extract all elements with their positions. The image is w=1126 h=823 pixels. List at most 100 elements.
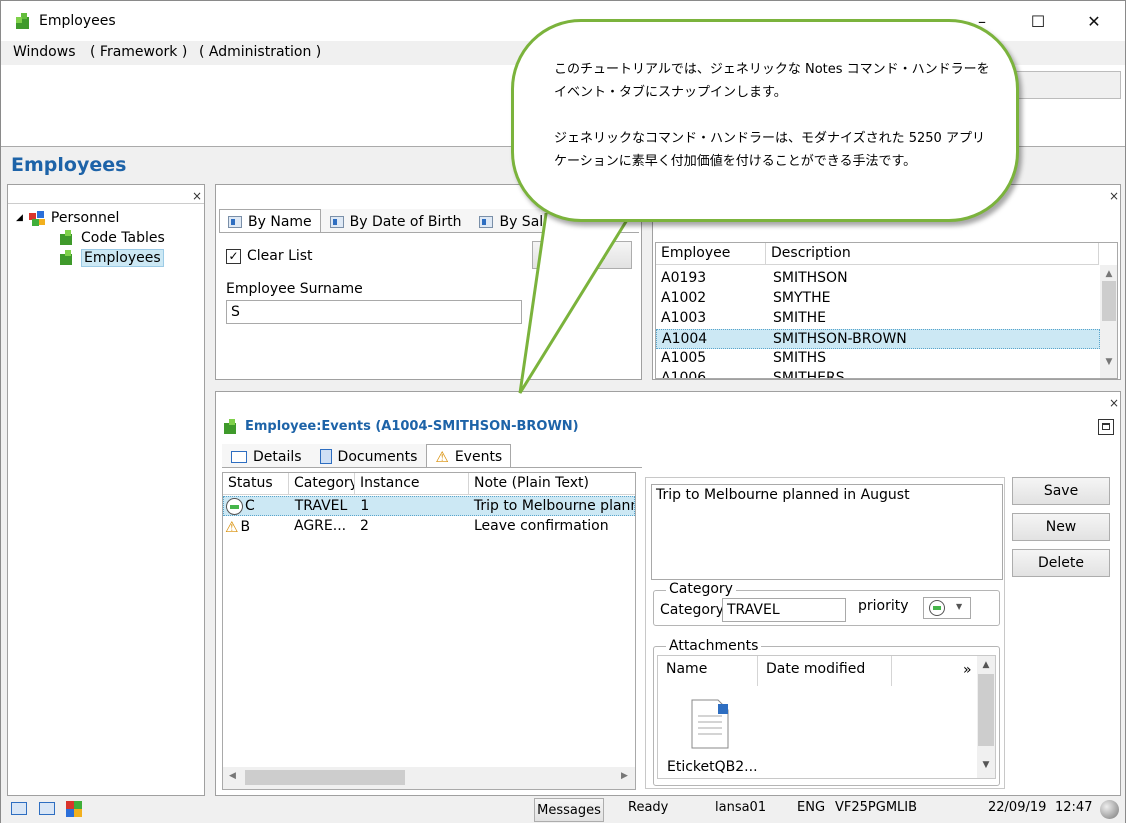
cell: SMITHS — [773, 350, 827, 366]
tab-documents[interactable]: Documents — [310, 444, 427, 468]
cell: A1006 — [661, 370, 707, 379]
calendar-icon[interactable] — [39, 802, 55, 815]
close-button[interactable]: ✕ — [1071, 1, 1117, 41]
surname-input[interactable]: S — [226, 300, 522, 324]
clear-list-checkbox[interactable]: ✓ Clear List — [226, 248, 313, 264]
tree-item-employees[interactable]: Employees — [58, 249, 164, 267]
tab-by-date-of-birth[interactable]: By Date of Birth — [320, 209, 471, 233]
tree-label-personnel: Personnel — [50, 210, 120, 226]
tree-label-code-tables: Code Tables — [81, 230, 165, 246]
cell: SMITHE — [773, 310, 827, 326]
scroll-up-icon[interactable]: ▲ — [977, 660, 995, 670]
scroll-left-icon[interactable]: ◀ — [229, 771, 236, 781]
col-date-modified[interactable]: Date modified — [766, 661, 865, 677]
tab-by-name[interactable]: By Name — [219, 209, 321, 233]
tab-details[interactable]: Details — [222, 444, 311, 468]
category-input[interactable]: TRAVEL — [722, 598, 846, 622]
callout-paragraph-1: このチュートリアルでは、ジェネリックな Notes コマンド・ハンドラーをイベン… — [554, 62, 990, 100]
table-row[interactable]: A1006 SMITHERS — [656, 369, 1100, 379]
status-date: 22/09/19 — [988, 800, 1047, 815]
employee-grid: Employee Description A0193 SMITHSON A1002… — [655, 242, 1118, 379]
new-button[interactable]: New — [1012, 513, 1110, 541]
colorful-app-icon[interactable] — [66, 801, 82, 817]
cell: A1002 — [661, 290, 707, 306]
table-row[interactable]: A1003 SMITHE — [656, 309, 1100, 329]
cell: 2 — [360, 518, 369, 534]
col-instance[interactable]: Instance — [355, 473, 469, 495]
menu-framework[interactable]: ( Framework ) — [90, 44, 187, 60]
col-status[interactable]: Status — [223, 473, 289, 495]
scroll-up-icon[interactable]: ▲ — [1100, 269, 1117, 279]
vertical-scrollbar[interactable]: ▲ ▼ — [1100, 265, 1117, 378]
close-icon[interactable]: × — [192, 189, 202, 203]
col-name[interactable]: Name — [666, 661, 707, 677]
status-bar: Messages Ready lansa01 ENG VF25PGMLIB 22… — [1, 797, 1125, 823]
table-row[interactable]: A1005 SMITHS — [656, 349, 1100, 369]
chevron-down-icon[interactable]: ▼ — [956, 602, 962, 611]
tab-events[interactable]: ⚠ Events — [426, 444, 512, 468]
note-textarea[interactable]: Trip to Melbourne planned in August — [651, 484, 1003, 580]
col-employee[interactable]: Employee — [656, 243, 766, 265]
menu-windows[interactable]: Windows — [13, 44, 76, 60]
cell: SMITHERS — [773, 370, 845, 379]
horizontal-scrollbar[interactable]: ◀ ▶ — [223, 767, 635, 789]
priority-dropdown[interactable]: ▼ — [923, 597, 971, 619]
attachments-list: Name Date modified » ▲ ▼ EticketQB2... — [657, 655, 996, 779]
cell: B — [240, 519, 251, 535]
scroll-thumb[interactable] — [245, 770, 405, 785]
scroll-right-icon[interactable]: ▶ — [621, 771, 628, 781]
delete-button[interactable]: Delete — [1012, 549, 1110, 577]
cell: SMITHSON-BROWN — [773, 331, 907, 347]
scroll-down-icon[interactable]: ▼ — [1100, 357, 1117, 367]
cell: A1003 — [661, 310, 707, 326]
tree-item-personnel[interactable]: ◢ Personnel — [16, 209, 119, 227]
window-list-icon[interactable] — [11, 802, 27, 815]
cell: A1005 — [661, 350, 707, 366]
table-row-selected[interactable]: C TRAVEL 1 Trip to Melbourne planned — [223, 496, 635, 516]
collapse-arrow-icon[interactable]: ◢ — [16, 213, 23, 223]
cell: 1 — [360, 498, 370, 514]
maximize-panel-icon[interactable] — [1098, 419, 1114, 435]
puzzle-icon — [60, 250, 72, 265]
close-icon[interactable]: × — [1109, 396, 1119, 410]
col-note[interactable]: Note (Plain Text) — [469, 473, 635, 495]
col-category[interactable]: Category — [289, 473, 355, 495]
cell: A1004 — [662, 331, 708, 347]
connection-status-icon — [1100, 800, 1119, 819]
table-row[interactable]: ⚠ B AGRE... 2 Leave confirmation — [223, 517, 635, 537]
scroll-thumb[interactable] — [1102, 281, 1116, 321]
warning-icon: ⚠ — [435, 447, 449, 466]
tab-label: Events — [454, 448, 503, 465]
menu-administration[interactable]: ( Administration ) — [199, 44, 321, 60]
window-title: Employees — [39, 13, 116, 29]
events-panel-title: Employee:Events (A1004-SMITHSON-BROWN) — [245, 419, 579, 434]
cell: TRAVEL — [294, 498, 348, 514]
table-row-selected[interactable]: A1004 SMITHSON-BROWN — [656, 329, 1100, 349]
tree-item-code-tables[interactable]: Code Tables — [58, 229, 165, 247]
cell: SMYTHE — [773, 290, 831, 306]
cell: AGRE... — [294, 518, 347, 534]
tutorial-callout: このチュートリアルでは、ジェネリックな Notes コマンド・ハンドラーをイベン… — [511, 19, 1019, 222]
clear-list-label: Clear List — [247, 248, 313, 264]
maximize-button[interactable]: ☐ — [1015, 1, 1061, 41]
file-icon[interactable] — [688, 696, 734, 752]
col-description[interactable]: Description — [766, 243, 1099, 265]
scroll-thumb[interactable] — [978, 674, 994, 746]
table-row[interactable]: A0193 SMITHSON — [656, 269, 1100, 289]
save-button[interactable]: Save — [1012, 477, 1110, 505]
vertical-scrollbar[interactable]: ▲ ▼ — [977, 656, 995, 778]
status-state: Ready — [628, 800, 669, 815]
more-columns-icon[interactable]: » — [963, 662, 972, 678]
messages-button[interactable]: Messages — [534, 798, 604, 822]
attachment-file-name[interactable]: EticketQB2... — [667, 759, 758, 775]
tab-label: Details — [253, 448, 302, 465]
page-title: Employees — [11, 154, 127, 176]
table-row[interactable]: A1002 SMYTHE — [656, 289, 1100, 309]
events-tabs: Details Documents ⚠ Events — [222, 444, 512, 468]
scroll-down-icon[interactable]: ▼ — [977, 760, 995, 770]
navigation-tree-panel: × ◢ Personnel Code Tables Employees — [7, 184, 205, 796]
checkbox-checked-icon[interactable]: ✓ — [226, 248, 241, 264]
close-icon[interactable]: × — [1109, 189, 1119, 203]
list-icon — [329, 215, 344, 228]
category-group-label: Category — [666, 581, 736, 597]
